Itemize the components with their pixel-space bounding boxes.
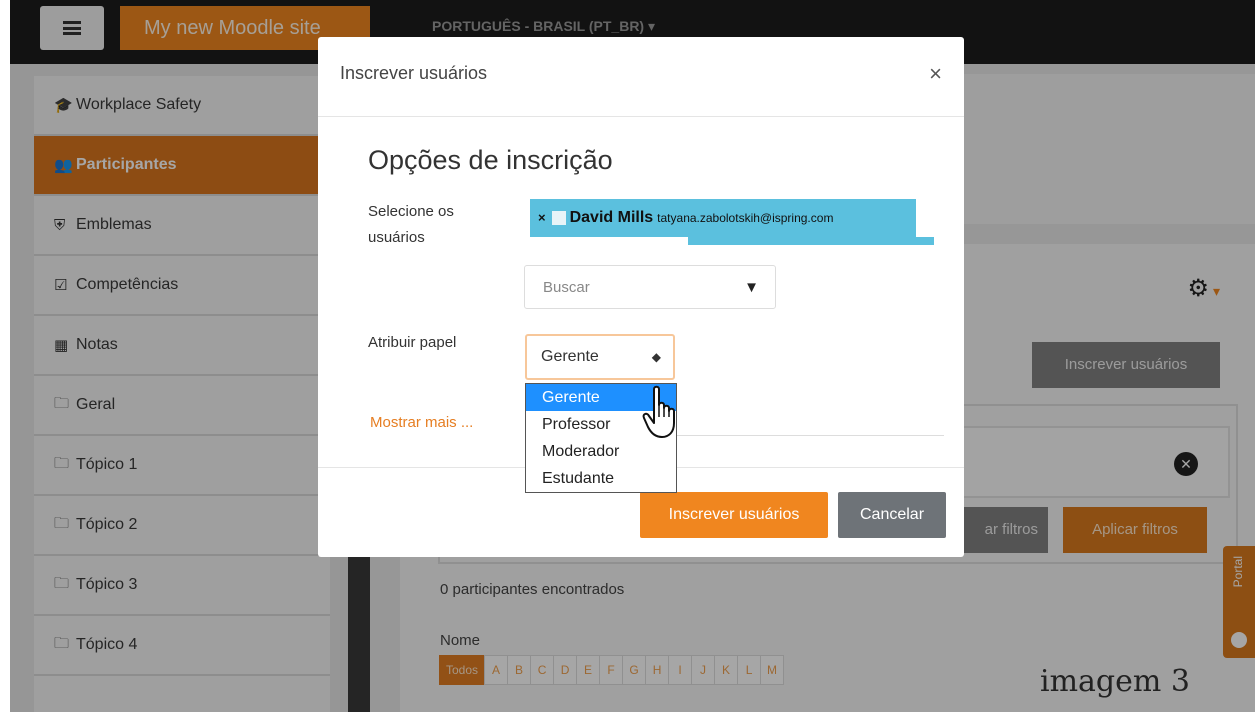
chip-highlight	[688, 237, 934, 245]
app-window: My new Moodle site PORTUGUÊS - BRASIL (P…	[10, 0, 1255, 712]
divider	[658, 435, 944, 436]
enroll-submit-button[interactable]: Inscrever usuários	[640, 492, 828, 538]
search-placeholder: Buscar	[543, 279, 590, 296]
watermark-caption: imagem 3	[1040, 664, 1190, 699]
user-name: David Mills	[569, 209, 654, 226]
select-users-label: Selecione os usuários	[368, 203, 454, 246]
user-avatar	[551, 210, 566, 225]
remove-user-icon[interactable]: ×	[538, 210, 546, 225]
hand-pointer-icon	[642, 385, 675, 438]
role-option[interactable]: Estudante	[526, 465, 676, 492]
dropdown-arrow-icon[interactable]: ▼	[744, 266, 759, 310]
show-more-link[interactable]: Mostrar mais ...	[370, 414, 473, 431]
user-search-input[interactable]: Buscar ▼	[524, 265, 776, 309]
role-option[interactable]: Moderador	[526, 438, 676, 465]
dialog-title: Inscrever usuários	[340, 63, 488, 83]
select-arrows-icon: ◆	[651, 350, 661, 364]
user-email: tatyana.zabolotskih@ispring.com	[657, 211, 834, 225]
role-select[interactable]: Gerente ◆	[525, 334, 675, 380]
dialog-header: Inscrever usuários ×	[318, 37, 964, 117]
section-title: Opções de inscrição	[368, 145, 613, 175]
close-icon[interactable]: ×	[929, 61, 942, 87]
role-value: Gerente	[541, 348, 599, 365]
cancel-button[interactable]: Cancelar	[838, 492, 946, 538]
selected-user-chip[interactable]: × David Mills tatyana.zabolotskih@ispring.…	[530, 199, 916, 237]
assign-role-label: Atribuir papel	[368, 334, 457, 351]
